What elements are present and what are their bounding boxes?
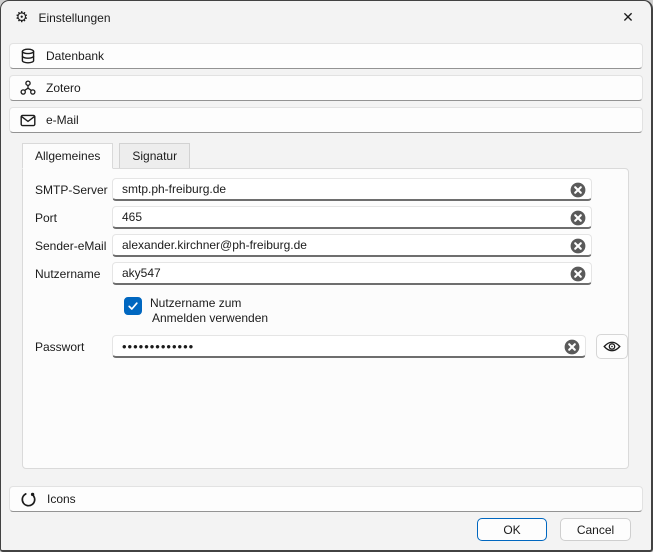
settings-dialog: ⚙ Einstellungen ✕ Datenbank [0, 0, 653, 552]
eye-icon [603, 340, 621, 353]
username-label: Nutzername [35, 267, 112, 281]
section-header-email[interactable]: e-Mail [9, 107, 643, 133]
clear-icon [570, 182, 586, 198]
sender-field-wrap [112, 234, 592, 257]
smtp-row: SMTP-Server [35, 178, 628, 201]
clear-icon [570, 210, 586, 226]
close-icon: ✕ [622, 10, 634, 26]
sender-row: Sender-eMail [35, 234, 628, 257]
login-checkbox[interactable] [124, 297, 142, 315]
window-title: Einstellungen [38, 11, 110, 25]
login-checkbox-label-line2: Anmelden verwenden [152, 311, 268, 326]
sender-label: Sender-eMail [35, 239, 112, 253]
section-header-datenbank[interactable]: Datenbank [9, 43, 643, 69]
section-label-icons: Icons [47, 492, 76, 506]
tab-signatur-label: Signatur [132, 149, 177, 163]
password-row: Passwort [35, 334, 628, 359]
username-input[interactable] [112, 262, 592, 285]
cancel-button[interactable]: Cancel [560, 518, 631, 541]
login-checkbox-row: Nutzername zum Anmelden verwenden [124, 296, 628, 326]
title-bar: ⚙ Einstellungen ✕ [1, 1, 651, 35]
tab-allgemeines[interactable]: Allgemeines [22, 143, 113, 169]
smtp-clear-button[interactable] [570, 182, 586, 198]
sender-clear-button[interactable] [570, 238, 586, 254]
email-panel: Allgemeines Signatur SMTP-Server [22, 143, 631, 469]
dialog-footer: OK Cancel [9, 512, 643, 541]
close-button[interactable]: ✕ [605, 2, 651, 35]
password-field-wrap [112, 335, 586, 358]
password-input[interactable] [112, 335, 586, 358]
port-input[interactable] [112, 206, 592, 229]
section-header-zotero[interactable]: Zotero [9, 75, 643, 101]
port-label: Port [35, 211, 112, 225]
section-header-icons[interactable]: Icons [9, 486, 643, 512]
port-row: Port [35, 206, 628, 229]
refresh-icon [20, 491, 37, 508]
reveal-password-button[interactable] [596, 334, 628, 359]
email-tabs: Allgemeines Signatur [22, 143, 631, 168]
clear-icon [570, 266, 586, 282]
password-label: Passwort [35, 340, 112, 354]
gear-icon: ⚙ [15, 10, 28, 25]
clear-icon [564, 339, 580, 355]
database-icon [20, 48, 36, 64]
email-tab-pane: SMTP-Server Port [22, 168, 629, 469]
port-field-wrap [112, 206, 592, 229]
smtp-input[interactable] [112, 178, 592, 201]
checkmark-icon [127, 300, 139, 312]
password-clear-button[interactable] [564, 339, 580, 355]
dialog-content: Datenbank Zotero e-Mail [1, 35, 651, 541]
smtp-field-wrap [112, 178, 592, 201]
clear-icon [570, 238, 586, 254]
tab-allgemeines-label: Allgemeines [35, 149, 100, 163]
username-row: Nutzername [35, 262, 628, 285]
ok-button[interactable]: OK [477, 518, 547, 541]
section-label-datenbank: Datenbank [46, 49, 104, 63]
section-label-zotero: Zotero [46, 81, 81, 95]
mail-icon [20, 113, 36, 128]
username-field-wrap [112, 262, 592, 285]
sender-input[interactable] [112, 234, 592, 257]
port-clear-button[interactable] [570, 210, 586, 226]
section-label-email: e-Mail [46, 113, 79, 127]
login-checkbox-label-line1: Nutzername zum [150, 296, 241, 310]
smtp-label: SMTP-Server [35, 183, 112, 197]
tab-signatur[interactable]: Signatur [119, 143, 190, 168]
login-checkbox-label: Nutzername zum Anmelden verwenden [150, 296, 268, 326]
zotero-icon [20, 80, 36, 96]
username-clear-button[interactable] [570, 266, 586, 282]
